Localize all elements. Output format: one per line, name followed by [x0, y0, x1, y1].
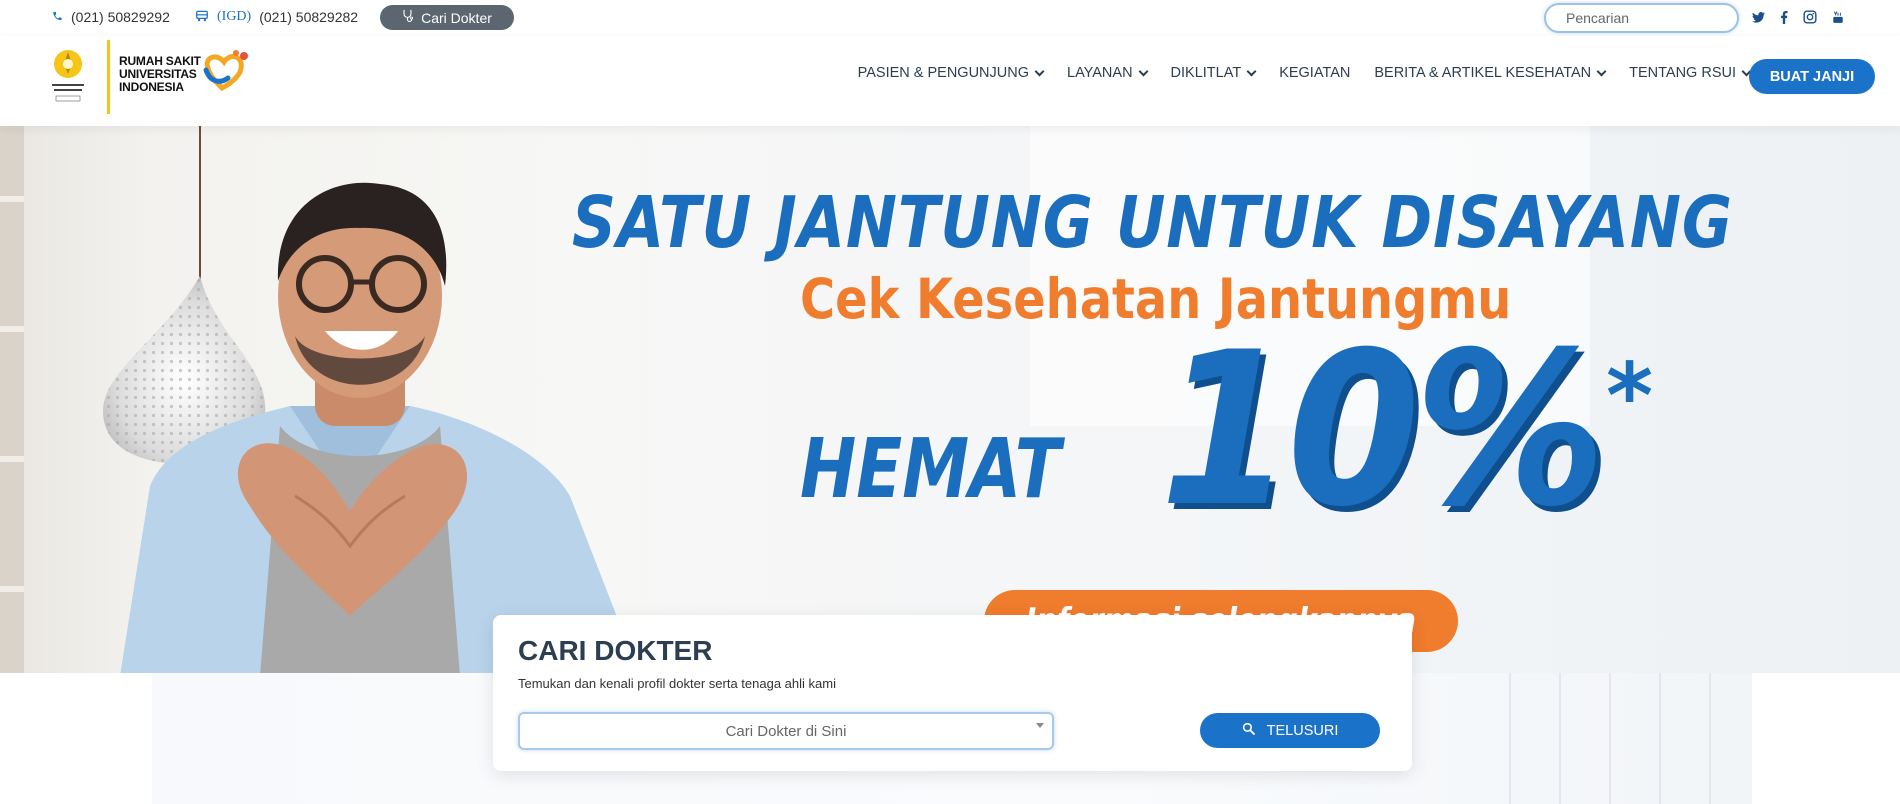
- ambulance-icon: [195, 9, 217, 25]
- search-doctor-button[interactable]: TELUSURI: [1200, 713, 1380, 748]
- building-lines-decoration: [1509, 673, 1711, 804]
- youtube-icon[interactable]: [1832, 10, 1844, 24]
- igd-phone-number: (021) 50829282: [259, 9, 359, 25]
- ui-emblem-icon: [52, 50, 84, 102]
- doctor-select[interactable]: Cari Dokter di Sini: [518, 712, 1054, 750]
- dropdown-caret-icon: [1036, 723, 1044, 728]
- nav-item-kegiatan[interactable]: KEGIATAN: [1279, 65, 1350, 81]
- phone-number: (021) 50829292: [71, 9, 170, 25]
- search-button-label: TELUSURI: [1266, 722, 1339, 739]
- stethoscope-icon: [402, 9, 414, 26]
- find-doctor-card: CARI DOKTER Temukan dan kenali profil do…: [493, 615, 1412, 771]
- logo-wordmark: RUMAH SAKIT UNIVERSITAS INDONESIA: [119, 55, 201, 94]
- site-search-input[interactable]: [1544, 3, 1739, 33]
- find-doctor-button[interactable]: Cari Dokter: [380, 5, 514, 30]
- nav-label: TENTANG RSUI: [1629, 65, 1736, 81]
- find-doctor-label: Cari Dokter: [421, 9, 492, 26]
- igd-label: (IGD): [217, 9, 252, 24]
- nav-label: KEGIATAN: [1279, 65, 1351, 81]
- nav-label: BERITA & ARTIKEL KESEHATAN: [1374, 65, 1592, 81]
- nav-label: LAYANAN: [1067, 65, 1133, 81]
- logo-divider: [107, 40, 110, 114]
- nav-label: PASIEN & PENGUNJUNG: [857, 65, 1029, 81]
- nav-item-pasien-pengunjung[interactable]: PASIEN & PENGUNJUNG: [857, 65, 1045, 81]
- nav-label: DIKLITLAT: [1170, 65, 1242, 81]
- hero-title: SATU JANTUNG UNTUK DISAYANG: [572, 181, 1733, 264]
- heart-hand-logo-icon: [203, 50, 248, 92]
- nav-item-berita-artikel[interactable]: BERITA & ARTIKEL KESEHATAN: [1374, 65, 1607, 81]
- facebook-icon[interactable]: [1780, 10, 1788, 24]
- make-appointment-button[interactable]: BUAT JANJI: [1749, 59, 1875, 94]
- twitter-icon[interactable]: [1752, 11, 1765, 23]
- hero-percent: 10%: [1160, 306, 1606, 553]
- chevron-down-icon: [1034, 66, 1045, 76]
- hero-banner[interactable]: SATU JANTUNG UNTUK DISAYANG Cek Kesehata…: [0, 126, 1900, 673]
- nav-item-diklitlat[interactable]: DIKLITLAT: [1170, 65, 1257, 81]
- nav-item-layanan[interactable]: LAYANAN: [1067, 65, 1148, 81]
- logo-line-3: INDONESIA: [119, 80, 184, 94]
- nav-item-tentang-rsui[interactable]: TENTANG RSUI: [1629, 65, 1752, 81]
- card-subtitle: Temukan dan kenali profil dokter serta t…: [518, 676, 836, 691]
- search-icon: [1242, 722, 1255, 739]
- hero-save-label: HEMAT: [800, 422, 1061, 517]
- social-links: [1752, 10, 1844, 24]
- phone-contact[interactable]: (021) 50829292: [52, 9, 170, 25]
- hero-asterisk: *: [1606, 344, 1654, 449]
- hero-shelf-decoration: [0, 126, 24, 673]
- chevron-down-icon: [1246, 66, 1257, 76]
- igd-contact[interactable]: (IGD) (021) 50829282: [195, 9, 358, 25]
- card-title: CARI DOKTER: [518, 635, 713, 666]
- phone-icon: [52, 9, 71, 25]
- instagram-icon[interactable]: [1803, 10, 1817, 24]
- top-bar: (021) 50829292 (IGD) (021) 50829282 Cari…: [0, 0, 1900, 36]
- chevron-down-icon: [1138, 66, 1148, 76]
- chevron-down-icon: [1596, 66, 1607, 76]
- main-header: RUMAH SAKIT UNIVERSITAS INDONESIA PASIEN…: [0, 36, 1900, 126]
- doctor-select-placeholder: Cari Dokter di Sini: [725, 722, 847, 740]
- main-nav: PASIEN & PENGUNJUNG LAYANAN DIKLITLAT KE…: [857, 65, 1752, 81]
